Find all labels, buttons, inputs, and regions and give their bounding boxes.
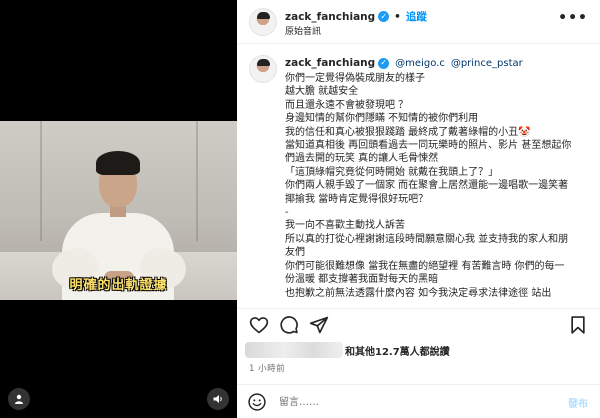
caption-line: 越大膽 就越安全 (285, 86, 359, 98)
wall-seam (40, 121, 42, 241)
video-player[interactable]: 明確的出軌證據 (0, 0, 237, 418)
caption-line: 揶揄我 當時肯定覺得很好玩吧？ (285, 193, 429, 205)
caption-line: 份溫暖 都支撐著我面對每天的黑暗 (285, 274, 439, 286)
caption-line: 身邊知情的幫你們隱瞞 不知情的被你們利用 (285, 113, 479, 125)
blurred-liker-names (245, 342, 343, 358)
heart-icon[interactable] (249, 315, 269, 335)
caption-line: 「這頂綠帽究竟從何時開始 就戴在我頭上了？」 (285, 166, 499, 178)
caption-line: 你們可能很難想像 當我在無盡的絕望裡 有苦難言時 你們的每一 (285, 260, 565, 272)
caption-line: - (285, 207, 289, 219)
caption-line: 所以真的打從心裡謝謝這段時間願意關心我 並支持我的家人和朋 (285, 233, 569, 245)
verified-badge-icon: ✓ (378, 57, 390, 69)
caption-line: 們過去開的玩笑 真的讓人毛骨悚然 (285, 153, 439, 165)
post-sidebar: zack_fanchiang ✓ • 追蹤 原始音訊 ••• zack_fanc… (237, 0, 600, 418)
caption-header: zack_fanchiang ✓ @meigo.c @prince_pstar (285, 57, 523, 69)
verified-badge-icon: ✓ (378, 11, 390, 22)
comment-icon[interactable] (279, 315, 299, 335)
header-user-row: zack_fanchiang ✓ • 追蹤 (285, 9, 427, 24)
separator-dot: • (394, 10, 401, 23)
share-icon[interactable] (309, 315, 329, 335)
wall-seam (196, 121, 198, 241)
more-horizontal-icon[interactable]: ••• (558, 10, 588, 26)
caption-line: 你們一定覺得偽裝成朋友的樣子 (285, 73, 425, 84)
caption-line: 也抱歉之前無法透露什麼內容 如今我決定尋求法律途徑 站出 (285, 287, 552, 299)
mention-link[interactable]: @prince_pstar (451, 58, 523, 69)
mention-link[interactable]: @meigo.c (395, 58, 445, 69)
header-username[interactable]: zack_fanchiang (285, 11, 375, 23)
likes-count-text[interactable]: 和其他12.7萬人都說讚 (345, 343, 450, 358)
comment-input[interactable] (279, 393, 529, 411)
post-header: zack_fanchiang ✓ • 追蹤 原始音訊 ••• (237, 0, 600, 44)
follow-button[interactable]: 追蹤 (406, 9, 427, 24)
post-comment-button[interactable]: 發布 (568, 395, 588, 410)
comment-bar: 發布 (237, 384, 600, 418)
video-frame[interactable]: 明確的出軌證據 (0, 121, 237, 300)
video-subtitle: 明確的出軌證據 (69, 278, 168, 293)
caption-line: 我一向不喜歡主動找人訴苦 (285, 220, 405, 232)
likes-summary[interactable]: 和其他12.7萬人都說讚 (245, 341, 450, 359)
bookmark-icon[interactable] (568, 315, 588, 335)
caption-username[interactable]: zack_fanchiang (285, 57, 375, 69)
caption-line: 而且還永遠不會被發現吧 ？ (285, 99, 409, 111)
audio-label[interactable]: 原始音訊 (285, 24, 321, 37)
avatar[interactable] (249, 8, 277, 36)
person-icon[interactable] (8, 388, 30, 410)
action-bar (237, 308, 600, 338)
avatar[interactable] (249, 55, 277, 83)
caption-line: 當知道真相後 再回頭看過去一同玩樂時的照片、影片 甚至想起你 (285, 140, 572, 152)
emoji-icon[interactable] (247, 392, 267, 412)
caption-line: 我的信任和真心被狠狠踐踏 最終成了戴著綠帽的小丑🤡 (285, 126, 531, 138)
caption-text: 你們一定覺得偽裝成朋友的樣子 越大膽 就越安全 而且還永遠不會被發現吧 ？ 身邊… (285, 72, 585, 300)
post-timestamp[interactable]: 1 小時前 (249, 362, 285, 374)
caption-section: zack_fanchiang ✓ @meigo.c @prince_pstar … (237, 45, 600, 300)
person-hair (96, 151, 140, 175)
caption-line: 你們兩人親手毀了一個家 而在聚會上居然還能一邊唱歌一邊笑著 (285, 180, 569, 192)
speaker-icon[interactable] (207, 388, 229, 410)
caption-line: 友們 (285, 247, 305, 259)
